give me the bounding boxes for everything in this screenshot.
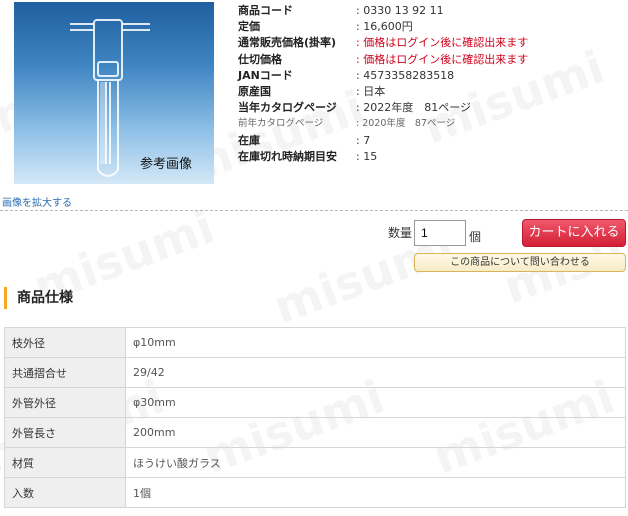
spec-label: 入数 <box>4 477 126 508</box>
spec-label: 枝外径 <box>4 327 126 358</box>
spec-label: 共通摺合せ <box>4 357 126 388</box>
info-row-product-code: 商品コード : 0330 13 92 11 <box>238 4 444 17</box>
info-row-jan-code: JANコード : 4573358283518 <box>238 68 455 82</box>
spec-section-title: 商品仕様 <box>4 287 73 309</box>
info-row-stock: 在庫 : 7 <box>238 133 371 147</box>
add-to-cart-button[interactable]: カートに入れる <box>522 219 626 247</box>
table-row: 外管外径 φ30mm <box>4 387 626 418</box>
spec-label: 材質 <box>4 447 126 478</box>
enlarge-image-link[interactable]: 画像を拡大する <box>2 194 72 209</box>
reference-image-caption: 参考画像 <box>139 157 192 172</box>
spec-value: φ30mm <box>125 387 626 418</box>
spec-table: 枝外径 φ10mm 共通摺合せ 29/42 外管外径 φ30mm 外管長さ 20… <box>4 327 626 508</box>
spec-value: 29/42 <box>125 357 626 388</box>
info-row-lead-time: 在庫切れ時納期目安 : 15 <box>238 149 378 163</box>
quantity-input[interactable] <box>414 220 466 246</box>
spec-label: 外管外径 <box>4 387 126 418</box>
info-row-prev-catalog-page: 前年カタログページ : 2020年度 87ページ <box>238 118 456 130</box>
product-inquiry-button[interactable]: この商品について問い合わせる <box>414 253 626 272</box>
info-row-list-price: 定価 : 16,600円 <box>238 20 413 34</box>
spec-label: 外管長さ <box>4 417 126 448</box>
info-row-wholesale-price: 仕切価格 : 価格はログイン後に確認出来ます <box>238 52 529 66</box>
table-row: 共通摺合せ 29/42 <box>4 357 626 388</box>
info-row-sale-price: 通常販売価格(掛率) : 価格はログイン後に確認出来ます <box>238 36 529 50</box>
table-row: 外管長さ 200mm <box>4 417 626 448</box>
quantity-label: 数量 <box>388 226 413 240</box>
table-row: 材質 ほうけい酸ガラス <box>4 447 626 478</box>
product-info-list: 商品コード : 0330 13 92 11 定価 : 16,600円 通常販売価… <box>238 3 628 165</box>
spec-value: ほうけい酸ガラス <box>125 447 626 478</box>
info-row-catalog-page: 当年カタログページ : 2022年度 81ページ <box>238 101 471 115</box>
info-row-origin: 原産国 : 日本 <box>238 84 386 98</box>
section-divider <box>0 210 628 211</box>
table-row: 枝外径 φ10mm <box>4 327 626 358</box>
product-image[interactable]: 参考画像 <box>14 2 214 184</box>
spec-value: 1個 <box>125 477 626 508</box>
spec-value: φ10mm <box>125 327 626 358</box>
spec-value: 200mm <box>125 417 626 448</box>
table-row: 入数 1個 <box>4 477 626 508</box>
quantity-unit: 個 <box>469 230 482 244</box>
